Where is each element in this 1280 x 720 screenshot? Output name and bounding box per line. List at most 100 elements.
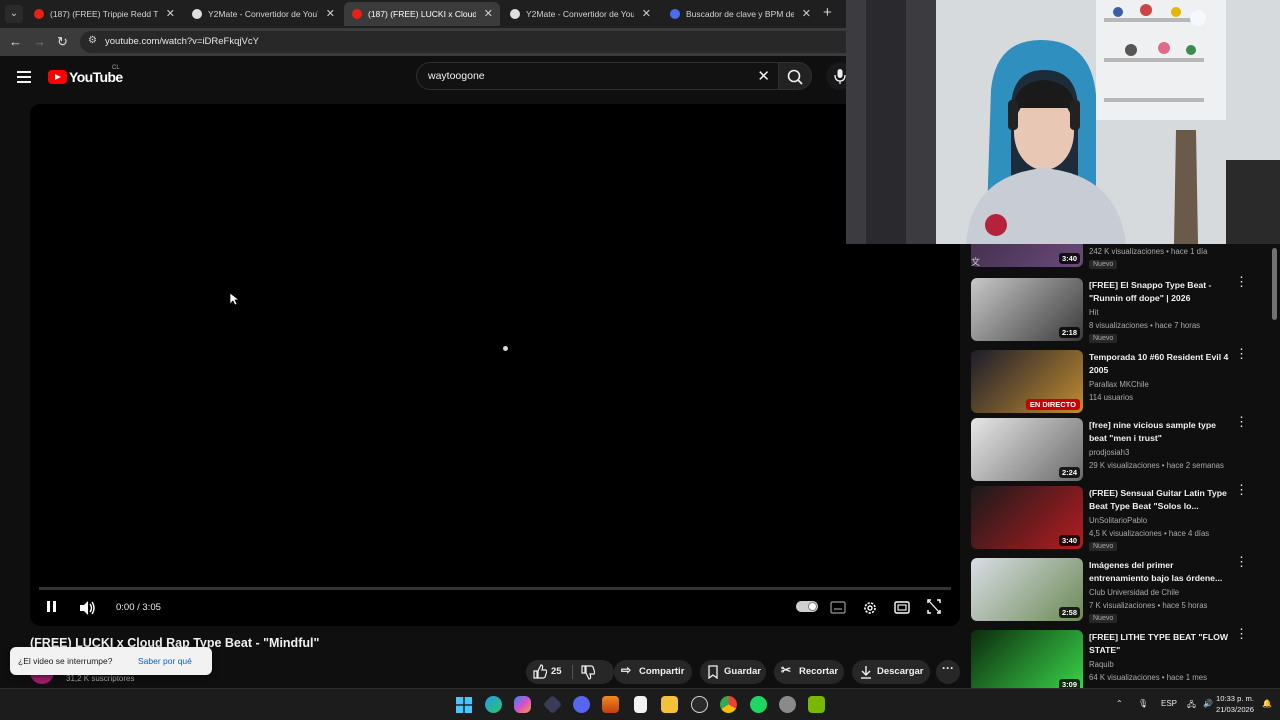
search-input[interactable]: waytoogone ✕ — [416, 62, 778, 90]
sidebar-scrollbar[interactable] — [1272, 248, 1277, 320]
more-actions-button[interactable]: ··· — [936, 660, 960, 684]
volume-icon[interactable] — [78, 598, 96, 618]
copilot-icon[interactable] — [514, 696, 531, 713]
clip-button[interactable]: ✂ Recortar — [774, 660, 844, 684]
video-title-link[interactable]: [FREE] El Snappo Type Beat - "Runnin off… — [1089, 279, 1234, 305]
tab-trippie-redd[interactable]: (187) (FREE) Trippie Redd Type Beat ✕ — [26, 2, 182, 26]
fl-studio-icon[interactable] — [602, 696, 619, 713]
clip-label: Recortar — [799, 666, 839, 677]
search-query-text[interactable]: waytoogone — [428, 70, 485, 82]
clock-time: 10:33 p. m. — [1216, 694, 1254, 703]
tab-close-icon[interactable]: ✕ — [642, 7, 651, 20]
video-thumbnail[interactable]: 2:18 — [971, 278, 1083, 341]
more-options-icon[interactable]: ⋮ — [1235, 627, 1248, 640]
chrome-icon[interactable] — [720, 696, 737, 713]
site-info-icon[interactable]: ⚙ — [88, 35, 97, 46]
subscriber-count: 31,2 K suscriptores — [66, 674, 135, 683]
progress-bar[interactable] — [39, 587, 951, 590]
channel-name[interactable]: Parallax MKChile — [1089, 380, 1149, 389]
video-thumbnail[interactable]: 2:58 — [971, 558, 1083, 621]
obs-studio-icon[interactable] — [691, 696, 708, 713]
app-diamond-icon[interactable] — [542, 694, 563, 715]
thumbs-up-icon[interactable] — [533, 664, 547, 679]
microphone-tray-icon[interactable]: 🎙 — [1138, 699, 1148, 708]
video-title-link[interactable]: Temporada 10 #60 Resident Evil 4 2005 — [1089, 351, 1234, 377]
tab-y2mate-2[interactable]: Y2Mate - Convertidor de YouTube ✕ — [502, 2, 658, 26]
thumbs-down-icon[interactable] — [581, 665, 595, 680]
theater-mode-icon[interactable] — [894, 598, 910, 618]
reload-icon[interactable]: ↻ — [57, 34, 68, 50]
video-thumbnail[interactable]: 2:24 — [971, 418, 1083, 481]
recommendation-item[interactable]: 2:24 [free] nine vicious sample type bea… — [971, 415, 1261, 482]
recommendation-item[interactable]: 3:40 242 K visualizaciones • hace 1 día … — [971, 244, 1261, 269]
learn-why-link[interactable]: Saber por qué — [138, 656, 192, 666]
channel-name[interactable]: prodjosiah3 — [1089, 448, 1129, 457]
video-title-link[interactable]: Imágenes del primer entrenamiento bajo l… — [1089, 559, 1234, 585]
speaker-icon[interactable]: 🔊 — [1203, 699, 1213, 708]
save-button[interactable]: Guardar — [700, 660, 766, 684]
notifications-bell-icon[interactable]: 🔔 — [1262, 699, 1272, 708]
tab-close-icon[interactable]: ✕ — [166, 7, 175, 20]
clear-search-icon[interactable]: ✕ — [757, 67, 770, 85]
more-options-icon[interactable]: ⋮ — [1235, 275, 1248, 288]
new-badge: Nuevo — [1089, 614, 1118, 623]
search-icon — [787, 69, 803, 85]
more-options-icon[interactable]: ⋮ — [1235, 555, 1248, 568]
recommendation-item[interactable]: 2:18 [FREE] El Snappo Type Beat - "Runni… — [971, 275, 1261, 343]
windows-start-icon[interactable] — [456, 697, 472, 713]
new-tab-plus-icon[interactable]: + — [823, 4, 832, 21]
tab-close-icon[interactable]: ✕ — [326, 7, 335, 20]
download-button[interactable]: Descargar — [852, 660, 930, 684]
menu-hamburger-icon[interactable] — [17, 71, 31, 86]
tab-y2mate-1[interactable]: Y2Mate - Convertidor de YouTube ✕ — [184, 2, 342, 26]
video-thumbnail[interactable]: 3:09 — [971, 630, 1083, 688]
network-icon[interactable]: 🖧 — [1187, 699, 1196, 713]
video-title-link[interactable]: [free] nine vicious sample type beat "me… — [1089, 419, 1234, 445]
nvidia-icon[interactable] — [808, 696, 825, 713]
system-clock[interactable]: 10:33 p. m. 21/03/2026 — [1216, 693, 1254, 715]
search-button[interactable] — [778, 62, 812, 90]
recommendation-item[interactable]: 3:09 [FREE] LITHE TYPE BEAT "FLOW STATE"… — [971, 627, 1261, 688]
tab-bpm-finder[interactable]: Buscador de clave y BPM de canciones ✕ — [662, 2, 818, 26]
tab-close-icon[interactable]: ✕ — [484, 7, 493, 20]
channel-name[interactable]: UnSolitarioPablo — [1089, 516, 1147, 525]
show-hidden-icons-chevron-icon[interactable]: ⌃ — [1116, 699, 1123, 708]
back-arrow-icon[interactable]: ← — [9, 34, 22, 49]
recommendation-item[interactable]: 2:58 Imágenes del primer entrenamiento b… — [971, 555, 1261, 623]
tab-search-chevron-icon[interactable]: ⌄ — [5, 5, 23, 23]
video-title-link[interactable]: [FREE] LITHE TYPE BEAT "FLOW STATE" — [1089, 631, 1234, 657]
video-thumbnail[interactable]: EN DIRECTO — [971, 350, 1083, 413]
video-player[interactable]: 0:00 / 3:05 — [30, 104, 960, 626]
subtitles-icon[interactable] — [830, 598, 846, 618]
video-thumbnail[interactable]: 3:40 — [971, 486, 1083, 549]
settings-gear-taskbar-icon[interactable] — [779, 696, 796, 713]
more-options-icon[interactable]: ⋮ — [1235, 347, 1248, 360]
video-title-link[interactable]: (FREE) Sensual Guitar Latin Type Beat Ty… — [1089, 487, 1234, 513]
url-text[interactable]: youtube.com/watch?v=iDReFkqjVcY — [105, 36, 259, 47]
settings-gear-icon[interactable] — [862, 598, 878, 618]
language-indicator[interactable]: ESP — [1161, 699, 1177, 708]
autoplay-toggle[interactable] — [796, 601, 818, 612]
forward-arrow-icon[interactable]: → — [33, 34, 46, 49]
more-options-icon[interactable]: ⋮ — [1235, 483, 1248, 496]
pause-button[interactable] — [46, 598, 58, 618]
spotify-icon[interactable] — [750, 696, 767, 713]
channel-name[interactable]: Hit — [1089, 308, 1099, 317]
channel-name[interactable]: Raquib — [1089, 660, 1114, 669]
bookmark-icon — [708, 665, 718, 679]
channel-name[interactable]: Club Universidad de Chile — [1089, 588, 1179, 597]
tab-lucki-active[interactable]: (187) (FREE) LUCKI x Cloud Rap Type Beat… — [344, 2, 500, 26]
fullscreen-icon[interactable] — [926, 598, 942, 618]
video-thumbnail[interactable]: 3:40 — [971, 244, 1083, 267]
file-explorer-icon[interactable] — [661, 696, 678, 713]
more-options-icon[interactable]: ⋮ — [1235, 415, 1248, 428]
like-count[interactable]: 25 — [551, 666, 562, 677]
new-badge: Nuevo — [1089, 260, 1118, 269]
edge-browser-icon[interactable] — [485, 696, 502, 713]
document-icon[interactable] — [634, 696, 647, 713]
tab-close-icon[interactable]: ✕ — [802, 7, 811, 20]
share-button[interactable]: ⇨ Compartir — [614, 660, 692, 684]
recommendation-item[interactable]: EN DIRECTO Temporada 10 #60 Resident Evi… — [971, 347, 1261, 414]
discord-icon[interactable] — [573, 696, 590, 713]
recommendation-item[interactable]: 3:40 (FREE) Sensual Guitar Latin Type Be… — [971, 483, 1261, 551]
